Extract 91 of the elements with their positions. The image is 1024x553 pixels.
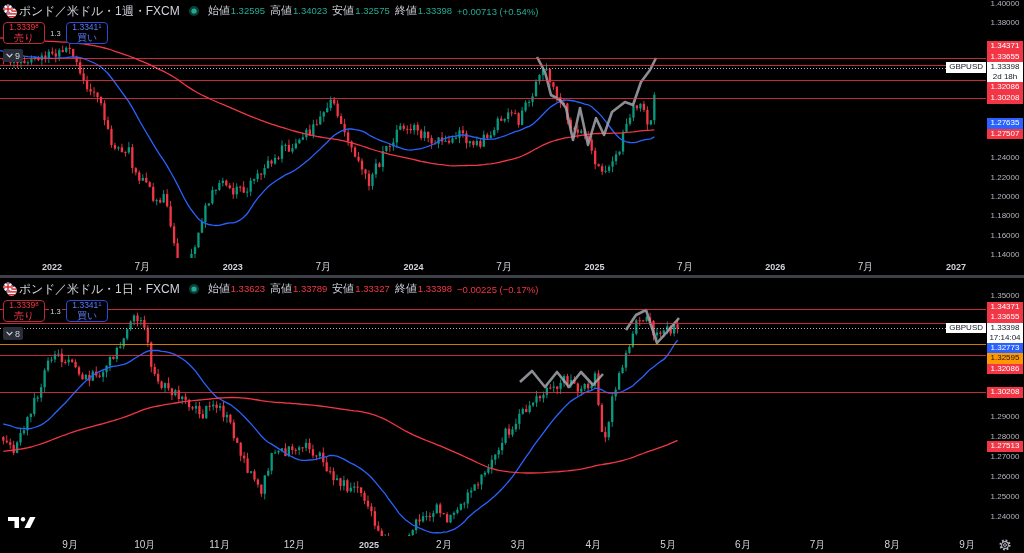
time-axis-label: 6月 <box>734 537 751 552</box>
price-axis-label: 1.24000 <box>989 154 1021 163</box>
time-axis-label: 9月 <box>959 537 975 552</box>
time-axis-label: 7月 <box>134 259 151 274</box>
symbol-label: GBPUSD <box>946 322 986 334</box>
current-price: 1.33398 <box>990 322 1020 333</box>
flag-icon <box>3 4 17 18</box>
ohlc-label: 安値 <box>332 282 355 296</box>
price-change: −0.00225 (−0.17%) <box>457 283 539 295</box>
price-axis-label: 1.27000 <box>989 452 1021 461</box>
price-level-label: 1.34371 <box>987 301 1023 313</box>
ohlc-label: 始値 <box>207 282 230 296</box>
zigzag-line <box>624 308 680 345</box>
ohlc-label: 安値 <box>332 4 355 18</box>
time-axis-label: 2022 <box>42 261 62 272</box>
settings-icon[interactable] <box>999 539 1011 551</box>
time-axis-label: 8月 <box>884 537 901 552</box>
time-axis-label: 4月 <box>585 537 602 552</box>
indicators-toggle[interactable]: 8 <box>3 327 23 340</box>
time-axis-label: 7月 <box>677 259 693 274</box>
price-axis-label: 1.28000 <box>989 432 1021 441</box>
time-axis-label: 11月 <box>209 537 230 552</box>
countdown-text: 17:14:04 <box>989 332 1021 343</box>
ohlc-label: 始値 <box>207 4 230 18</box>
time-axis-label: 7月 <box>315 259 331 274</box>
time-axis-label: 2023 <box>222 261 243 272</box>
ohlc-value: 1.32575 <box>355 5 390 16</box>
time-axis-label: 2026 <box>765 261 786 272</box>
price-axis-label: 1.16000 <box>989 231 1021 240</box>
time-axis-label: 2025 <box>584 261 605 272</box>
ohlc-label: 終値 <box>394 282 417 296</box>
moving-average-label: 1.27507 <box>987 128 1023 140</box>
time-axis-label: 7月 <box>496 259 512 274</box>
time-axis-label: 2027 <box>946 261 966 272</box>
chevron-down-icon <box>6 53 13 58</box>
moving-average-label: 1.27635 <box>987 118 1023 129</box>
time-axis-label: 2024 <box>403 261 424 272</box>
moving-average-label: 1.27513 <box>987 441 1023 452</box>
logo-icon <box>8 517 36 528</box>
price-axis-label: 1.38000 <box>989 19 1021 28</box>
flag-icon <box>3 282 17 296</box>
ohlc-label: 高値 <box>270 282 292 296</box>
price-axis-label: 1.18000 <box>989 212 1021 221</box>
price-level-label: 1.32086 <box>987 363 1023 375</box>
price-axis-label: 1.29000 <box>989 412 1021 421</box>
time-axis-label: 7月 <box>809 537 826 552</box>
price-axis-label: 1.35000 <box>989 292 1021 300</box>
ohlc-value: 1.32595 <box>230 5 265 16</box>
price-axis-label: 1.24000 <box>989 513 1021 521</box>
ohlc-value: 1.34023 <box>293 5 328 16</box>
current-price: 1.33398 <box>990 62 1020 73</box>
time-axis-label: 2025 <box>359 539 379 550</box>
price-axis-label: 1.26000 <box>989 472 1021 481</box>
time-axis-label: 9月 <box>62 537 78 552</box>
time-axis-label: 10月 <box>134 537 156 552</box>
buy-button[interactable]: 1.3341$^{1}$ 買い <box>66 22 108 44</box>
price-axis-label: 1.40000 <box>989 0 1021 8</box>
time-axis-label: 2月 <box>435 537 452 552</box>
symbol-title: ポンド／米ドル・1週・FXCM <box>19 4 180 18</box>
time-axis-label: 3月 <box>510 537 527 552</box>
countdown-text: 2d 18h <box>992 72 1018 83</box>
price-axis-label: 1.25000 <box>989 492 1021 501</box>
price-level-label: 1.30208 <box>987 93 1023 104</box>
symbol-title: ポンド／米ドル・1日・FXCM <box>19 282 180 296</box>
time-axis-label: 12月 <box>283 537 305 552</box>
ohlc-value: 1.33398 <box>417 5 453 16</box>
price-level-label: 1.32595 <box>987 353 1023 364</box>
price-axis-label: 1.20000 <box>989 193 1021 201</box>
sell-button[interactable]: 1.3339$^{8}$ 売り <box>3 22 45 44</box>
ohlc-value: 1.33623 <box>230 283 265 294</box>
ohlc-value: 1.33789 <box>293 283 328 294</box>
price-level-label: 1.30208 <box>987 387 1023 398</box>
price-level-label: 1.34371 <box>987 41 1023 52</box>
moving-average-label: 1.32773 <box>987 342 1023 354</box>
price-level-label: 1.33655 <box>987 312 1023 323</box>
ohlc-value: 1.33327 <box>355 283 390 294</box>
ohlc-label: 高値 <box>270 4 292 18</box>
symbol-label: GBPUSD <box>946 62 986 73</box>
sell-button[interactable]: 1.3339$^{8}$ 売り <box>3 300 45 322</box>
time-axis-label: 7月 <box>857 259 874 274</box>
indicators-toggle[interactable]: 9 <box>3 49 23 62</box>
buy-button[interactable]: 1.3341$^{1}$ 買い <box>66 300 108 322</box>
ohlc-label: 終値 <box>394 4 417 18</box>
chevron-down-icon <box>6 331 13 336</box>
ohlc-value: 1.33398 <box>417 283 453 294</box>
price-axis-label: 1.14000 <box>989 250 1021 259</box>
price-axis-label: 1.22000 <box>989 173 1021 182</box>
time-axis-label: 5月 <box>660 537 676 552</box>
price-level-label: 1.32086 <box>987 82 1023 93</box>
price-change: +0.00713 (+0.54%) <box>457 5 539 17</box>
price-level-label: 1.33655 <box>987 51 1023 63</box>
